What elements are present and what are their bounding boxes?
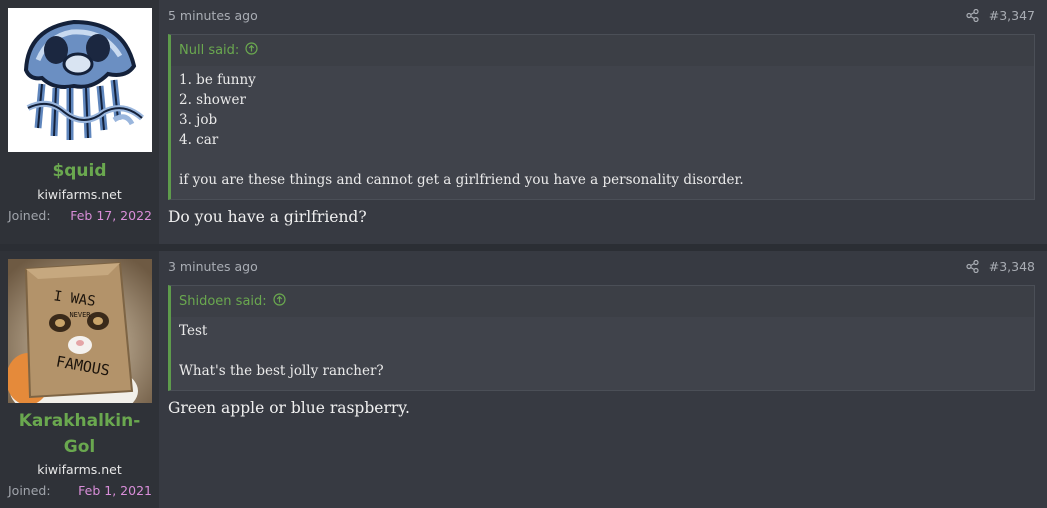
joined-row: Joined: Feb 17, 2022: [8, 208, 152, 223]
quote-block: Null said: 1. be funny 2. shower 3. job …: [168, 34, 1035, 200]
quote-line: What's the best jolly rancher?: [179, 363, 384, 379]
joined-date: Feb 17, 2022: [70, 208, 152, 223]
up-arrow-circle-icon[interactable]: [245, 42, 258, 59]
jellyfish-avatar-image: [8, 8, 152, 152]
quote-author[interactable]: Null said:: [179, 43, 239, 58]
post-main: 3 minutes ago #3,348 Shidoen said: Test …: [159, 251, 1047, 508]
post-main: 5 minutes ago #3,347 Null said: 1. be fu…: [159, 0, 1047, 244]
quote-line: Test: [179, 323, 208, 339]
user-title: kiwifarms.net: [37, 187, 122, 202]
username-line2[interactable]: Gol: [0, 435, 159, 460]
quote-line: [179, 150, 1026, 170]
post-message: Green apple or blue raspberry.: [168, 399, 410, 417]
username[interactable]: $quid: [0, 159, 159, 184]
up-arrow-circle-icon[interactable]: [273, 293, 286, 310]
avatar[interactable]: I WAS NEVER FAMOUS: [8, 259, 152, 403]
quote-header[interactable]: Shidoen said:: [171, 286, 1034, 317]
post-time[interactable]: 5 minutes ago: [168, 8, 258, 23]
joined-date: Feb 1, 2021: [78, 483, 152, 498]
post-meta: 3 minutes ago #3,348: [168, 259, 1035, 274]
user-cell: I WAS NEVER FAMOUS Karakhalkin- Gol kiwi…: [0, 251, 159, 508]
quote-line: 4. car: [179, 132, 219, 148]
quote-line: if you are these things and cannot get a…: [179, 172, 744, 188]
joined-row: Joined: Feb 1, 2021: [8, 483, 152, 498]
user-title: kiwifarms.net: [37, 462, 122, 477]
quote-line: 2. shower: [179, 92, 246, 108]
avatar-text-line: NEVER: [69, 311, 91, 319]
post-3348: I WAS NEVER FAMOUS Karakhalkin- Gol kiwi…: [0, 251, 1047, 508]
user-cell: $quid kiwifarms.net Joined: Feb 17, 2022: [0, 0, 159, 244]
share-icon[interactable]: [966, 260, 979, 273]
post-number[interactable]: #3,348: [989, 259, 1035, 274]
quote-line: 1. be funny: [179, 72, 256, 88]
post-message: Do you have a girlfriend?: [168, 208, 367, 226]
quote-header[interactable]: Null said:: [171, 35, 1034, 66]
quote-body: Test What's the best jolly rancher?: [171, 317, 1034, 389]
quote-body: 1. be funny 2. shower 3. job 4. car if y…: [171, 66, 1034, 198]
username-line1[interactable]: Karakhalkin-: [0, 409, 159, 434]
quote-block: Shidoen said: Test What's the best jolly…: [168, 285, 1035, 391]
post-3347: $quid kiwifarms.net Joined: Feb 17, 2022…: [0, 0, 1047, 244]
joined-label: Joined:: [8, 208, 51, 223]
post-time[interactable]: 3 minutes ago: [168, 259, 258, 274]
joined-label: Joined:: [8, 483, 51, 498]
cat-paper-bag-avatar-image: I WAS NEVER FAMOUS: [8, 259, 152, 403]
avatar[interactable]: [8, 8, 152, 152]
share-icon[interactable]: [966, 9, 979, 22]
quote-line: 3. job: [179, 112, 218, 128]
post-meta: 5 minutes ago #3,347: [168, 8, 1035, 23]
quote-author[interactable]: Shidoen said:: [179, 294, 267, 309]
post-number[interactable]: #3,347: [989, 8, 1035, 23]
quote-line: [179, 341, 1026, 361]
